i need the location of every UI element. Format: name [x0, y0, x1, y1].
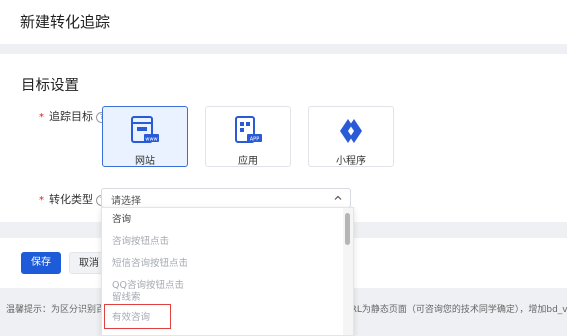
target-option-website[interactable]: www 网站 — [102, 106, 188, 167]
app-badge-text: APP — [250, 137, 259, 143]
required-mark: * — [39, 195, 44, 206]
conversion-type-label: *转化类型? — [39, 191, 107, 207]
app-icon: APP — [235, 116, 262, 143]
www-badge-text: www — [145, 137, 157, 143]
scrollbar-thumb[interactable] — [345, 213, 350, 245]
title-card: 新建转化追踪 — [0, 0, 567, 44]
website-icon: www — [131, 116, 159, 143]
save-button[interactable]: 保存 — [21, 252, 61, 274]
target-option-label: 网站 — [135, 156, 155, 167]
select-placeholder: 请选择 — [111, 196, 141, 207]
chevron-up-icon — [334, 195, 342, 200]
dropdown-option-sms-consult-click[interactable]: 短信咨询按钮点击 — [102, 254, 340, 274]
target-option-app[interactable]: APP 应用 — [205, 106, 291, 167]
mini-program-icon — [340, 119, 362, 143]
conversion-label-text: 转化类型 — [49, 193, 93, 206]
target-label-text: 追踪目标 — [49, 110, 93, 123]
page-title: 新建转化追踪 — [20, 13, 111, 31]
target-label: *追踪目标? — [39, 108, 107, 124]
target-settings-card: 目标设置 *追踪目标? www 网站 APP 应用 小程序 — [0, 54, 567, 222]
target-option-label: 小程序 — [336, 156, 366, 167]
conversion-type-select[interactable]: 请选择 — [101, 188, 351, 208]
required-mark: * — [39, 112, 44, 123]
target-option-mini-program[interactable]: 小程序 — [308, 106, 394, 167]
highlight-box — [104, 304, 171, 329]
dropdown-option-consult[interactable]: 咨询 — [102, 210, 340, 230]
dropdown-option-consult-button-click[interactable]: 咨询按钮点击 — [102, 232, 340, 252]
dropdown-scrollbar[interactable] — [343, 208, 353, 335]
section-title: 目标设置 — [21, 78, 79, 94]
tip-text-continued: URL为静态页面（可咨询您的技术同学确定），增加bd_vi — [344, 305, 567, 315]
conversion-type-dropdown: 咨询 咨询按钮点击 短信咨询按钮点击 QQ咨询按钮点击 留线索 有效咨询 — [101, 207, 354, 336]
target-option-label: 应用 — [238, 156, 258, 167]
tip-text: 温馨提示：为区分识别百 — [6, 305, 106, 315]
